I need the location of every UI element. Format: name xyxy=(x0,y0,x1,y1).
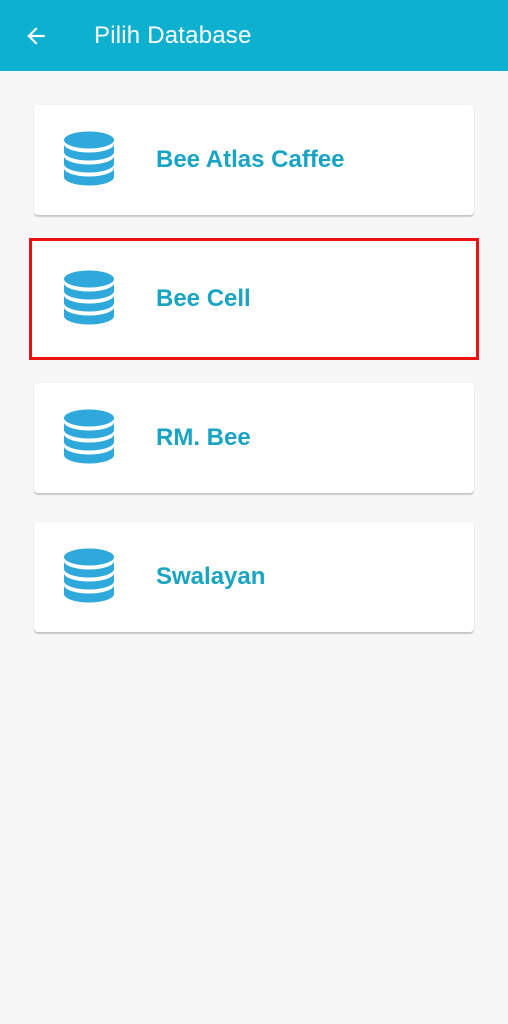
database-item-swalayan[interactable]: Swalayan xyxy=(34,522,474,632)
database-item-bee-cell[interactable]: Bee Cell xyxy=(29,238,479,360)
arrow-left-icon xyxy=(27,27,45,45)
database-icon xyxy=(64,131,114,186)
back-button[interactable] xyxy=(22,22,50,50)
database-label: Swalayan xyxy=(156,563,266,590)
database-icon xyxy=(64,270,114,325)
database-label: Bee Cell xyxy=(156,285,251,312)
database-list: Bee Atlas Caffee Bee Cell RM. Bee Swalay… xyxy=(29,105,479,661)
app-bar: Pilih Database xyxy=(0,0,508,71)
database-item-bee-atlas-caffee[interactable]: Bee Atlas Caffee xyxy=(34,105,474,215)
database-icon xyxy=(64,548,114,603)
database-label: Bee Atlas Caffee xyxy=(156,146,345,173)
database-icon xyxy=(64,409,114,464)
database-item-rm-bee[interactable]: RM. Bee xyxy=(34,383,474,493)
page-title: Pilih Database xyxy=(94,22,252,49)
database-label: RM. Bee xyxy=(156,424,251,451)
